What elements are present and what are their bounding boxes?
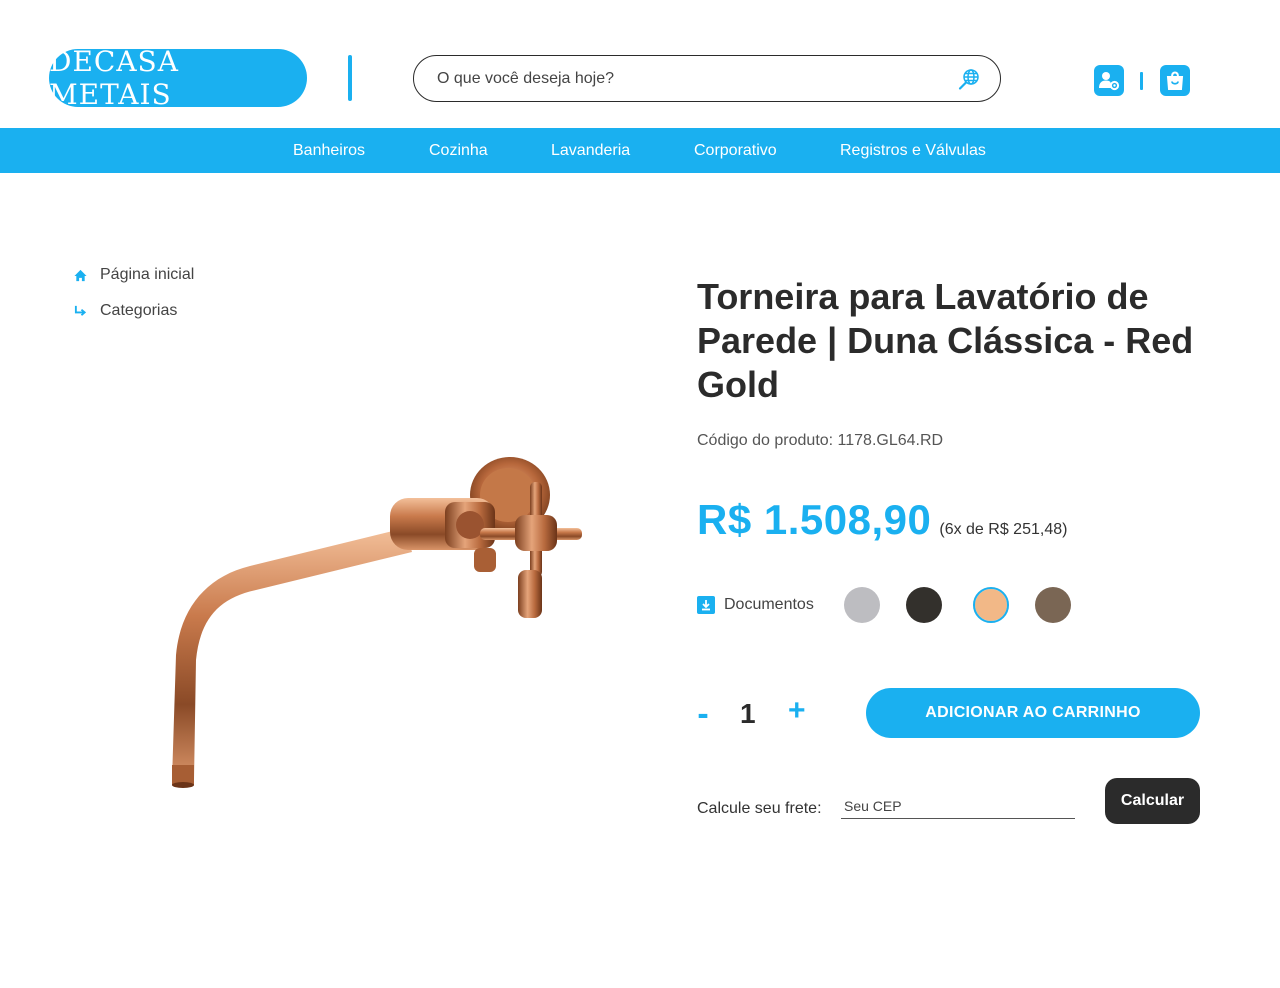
color-swatch-bronze[interactable]: [1035, 587, 1071, 623]
quantity-increase-button[interactable]: +: [788, 694, 806, 728]
nav-item-lavanderia[interactable]: Lavanderia: [551, 128, 630, 173]
quantity-value: 1: [740, 698, 756, 729]
color-swatch-black[interactable]: [906, 587, 942, 623]
breadcrumb-label: Página inicial: [100, 266, 195, 283]
search-input[interactable]: [437, 69, 956, 88]
nav-item-banheiros[interactable]: Banheiros: [293, 128, 365, 173]
product-title: Torneira para Lavatório de Parede | Duna…: [697, 276, 1194, 405]
breadcrumb-home[interactable]: Página inicial: [73, 266, 194, 284]
shipping-label: Calcule seu frete:: [697, 800, 822, 817]
search-bar: [413, 55, 1001, 102]
header-divider: [348, 55, 352, 101]
site-header: DECASA METAIS: [0, 0, 1280, 128]
quantity-decrease-button[interactable]: -: [695, 695, 711, 734]
color-swatch-red-gold[interactable]: [973, 587, 1009, 623]
color-swatch-silver[interactable]: [844, 587, 880, 623]
category-nav: Banheiros Cozinha Lavanderia Corporativo…: [0, 128, 1280, 173]
breadcrumb-label: Categorias: [100, 302, 178, 319]
home-icon: [73, 268, 87, 282]
product-code: Código do produto: 1178.GL64.RD: [697, 432, 944, 449]
globe-search-icon[interactable]: [956, 66, 982, 92]
arrow-turn-down-right-icon: [73, 304, 87, 318]
breadcrumb-categorias[interactable]: Categorias: [73, 302, 177, 320]
documents-label: Documentos: [724, 596, 814, 613]
installments: (6x de R$ 251,48): [939, 521, 1068, 538]
nav-item-registros-valvulas[interactable]: Registros e Válvulas: [840, 128, 986, 173]
nav-item-corporativo[interactable]: Corporativo: [694, 128, 777, 173]
download-icon: [697, 596, 715, 614]
price-row: R$ 1.508,90 (6x de R$ 251,48): [697, 496, 1067, 544]
user-settings-icon[interactable]: [1094, 65, 1124, 96]
icon-divider: [1140, 72, 1143, 90]
product-price: R$ 1.508,90: [697, 496, 932, 543]
cep-input[interactable]: [841, 793, 1075, 819]
calculate-shipping-button[interactable]: Calcular: [1105, 778, 1200, 824]
nav-item-cozinha[interactable]: Cozinha: [429, 128, 488, 173]
documents-link[interactable]: Documentos: [697, 596, 814, 614]
add-to-cart-button[interactable]: ADICIONAR AO CARRINHO: [866, 688, 1200, 738]
shopping-bag-icon[interactable]: [1160, 65, 1190, 96]
faucet-image: [150, 440, 600, 800]
logo[interactable]: DECASA METAIS: [49, 45, 307, 111]
